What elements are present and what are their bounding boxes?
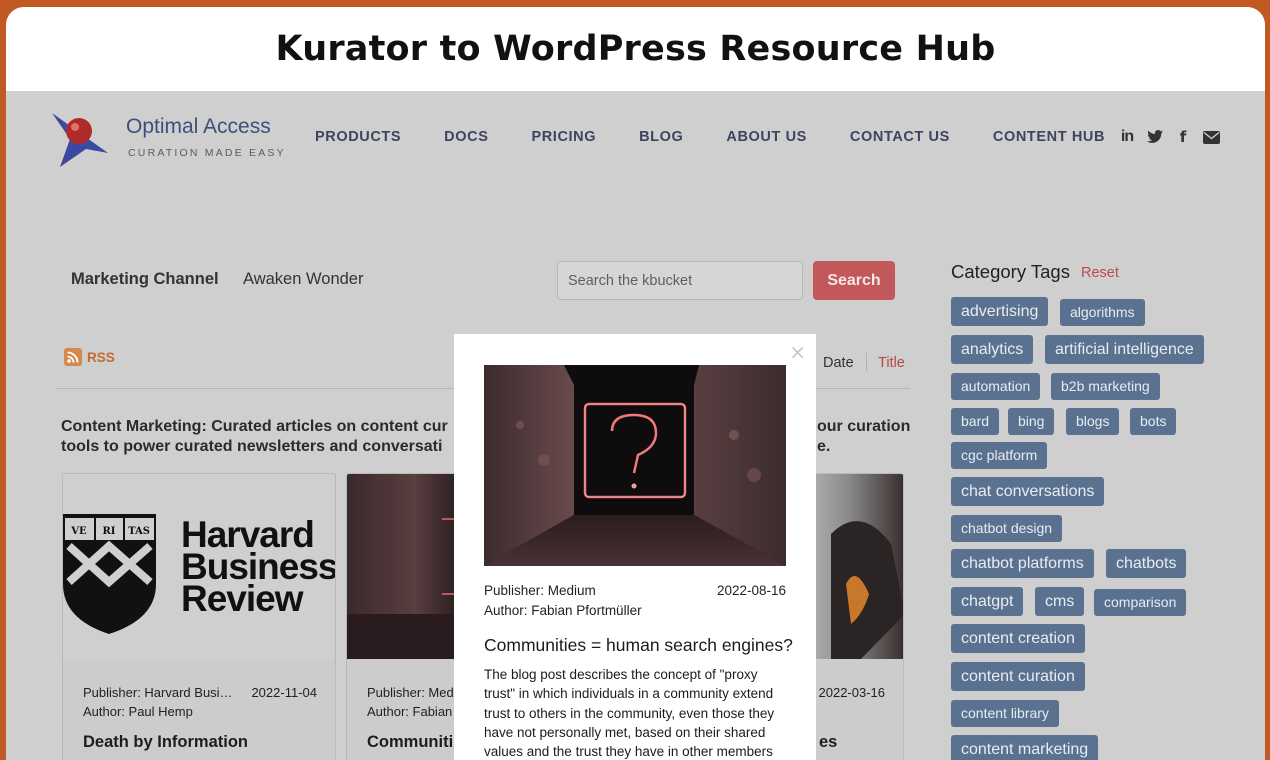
card-publisher: Publisher: Med <box>367 685 454 700</box>
nav-pricing[interactable]: PRICING <box>531 129 596 145</box>
tag-chatbots[interactable]: chatbots <box>1106 549 1187 578</box>
facebook-icon[interactable]: f <box>1174 128 1192 146</box>
nav-products[interactable]: PRODUCTS <box>315 129 401 145</box>
page: Optimal Access CURATION MADE EASY PRODUC… <box>6 91 1265 760</box>
tag-blogs[interactable]: blogs <box>1066 408 1120 435</box>
card-publisher: Publisher: Harvard Busi… <box>83 685 233 700</box>
rss-icon <box>64 348 82 366</box>
nav-blog[interactable]: BLOG <box>639 129 683 145</box>
tag-chatbot-design[interactable]: chatbot design <box>951 515 1063 542</box>
tag-content-marketing[interactable]: content marketing <box>951 735 1099 760</box>
tag-bard[interactable]: bard <box>951 408 1000 435</box>
linkedin-icon[interactable]: in <box>1118 128 1136 146</box>
nav-about-us[interactable]: ABOUT US <box>726 129 807 145</box>
tag-chat-conversations[interactable]: chat conversations <box>951 477 1105 506</box>
tag-advertising[interactable]: advertising <box>951 297 1049 326</box>
modal-close-icon[interactable]: × <box>789 340 806 364</box>
shield-word: RI <box>103 526 116 537</box>
tag-cgc-platform[interactable]: cgc platform <box>951 442 1048 469</box>
tag-chatgpt[interactable]: chatgpt <box>951 587 1024 616</box>
search-input[interactable] <box>557 261 803 300</box>
modal-image <box>484 365 786 566</box>
window-frame: Kurator to WordPress Resource Hub Optima… <box>6 7 1265 760</box>
tag-bots[interactable]: bots <box>1130 408 1177 435</box>
rss-link[interactable]: RSS <box>64 348 115 366</box>
channel-selector[interactable]: Awaken Wonder <box>243 270 363 289</box>
card-meta: Publisher: Harvard Busi… 2022-11-04 Auth… <box>83 683 317 721</box>
social-links: in f <box>1118 128 1220 146</box>
tag-content-creation[interactable]: content creation <box>951 624 1085 653</box>
modal-author: Author: Fabian Pfortmüller <box>484 602 642 618</box>
logo-tagline: CURATION MADE EASY <box>128 147 286 159</box>
card-title[interactable]: Communiti <box>367 733 453 752</box>
card-image: VE RI TAS Harvard Business Review <box>63 474 335 659</box>
main-nav: PRODUCTS DOCS PRICING BLOG ABOUT US CONT… <box>315 129 1105 145</box>
tag-bing[interactable]: bing <box>1008 408 1055 435</box>
modal-meta: Publisher: Medium 2022-08-16 Author: Fab… <box>484 581 786 620</box>
hbr-wordmark: Review <box>181 578 304 619</box>
channel-label: Marketing Channel <box>71 270 219 288</box>
card-date: 2022-03-16 <box>818 685 886 700</box>
card-title[interactable]: Death by Information <box>83 733 248 752</box>
sort-by-title[interactable]: Title <box>878 355 905 371</box>
nav-content-hub[interactable]: CONTENT HUB <box>993 129 1105 145</box>
category-tags-title: Category Tags <box>951 261 1070 282</box>
shield-word: VE <box>70 526 87 537</box>
twitter-icon[interactable] <box>1146 128 1164 146</box>
tag-b2b-marketing[interactable]: b2b marketing <box>1051 373 1160 400</box>
mail-icon[interactable] <box>1202 128 1220 146</box>
tag-content-library[interactable]: content library <box>951 700 1059 727</box>
tag-comparison[interactable]: comparison <box>1094 589 1187 616</box>
nav-docs[interactable]: DOCS <box>444 129 488 145</box>
banner: Kurator to WordPress Resource Hub <box>6 7 1265 91</box>
site-logo[interactable]: Optimal Access CURATION MADE EASY <box>50 109 290 169</box>
modal-publisher: Publisher: Medium <box>484 583 596 598</box>
tag-automation[interactable]: automation <box>951 373 1041 400</box>
tag-chatbot-platforms[interactable]: chatbot platforms <box>951 549 1094 578</box>
article-card[interactable]: VE RI TAS Harvard Business Review Publis… <box>62 473 336 760</box>
tag-artificial-intelligence[interactable]: artificial intelligence <box>1045 335 1204 364</box>
nav-contact-us[interactable]: CONTACT US <box>850 129 950 145</box>
tag-analytics[interactable]: analytics <box>951 335 1034 364</box>
card-date: 2022-11-04 <box>251 685 317 700</box>
search-button[interactable]: Search <box>813 261 895 300</box>
tag-content-curation[interactable]: content curation <box>951 662 1085 691</box>
article-preview-modal: × Publisher: Medium 2022-08-16 Author: F… <box>454 334 816 760</box>
modal-title[interactable]: Communities = human search engines? <box>484 635 793 656</box>
logo-name: Optimal Access <box>126 115 271 138</box>
tag-cms[interactable]: cms <box>1035 587 1085 616</box>
tags-reset-link[interactable]: Reset <box>1081 265 1119 281</box>
modal-date: 2022-08-16 <box>716 583 786 598</box>
sort-divider <box>866 353 867 371</box>
channel-description-tail: our curation e. <box>817 418 911 455</box>
channel-description: Content Marketing: Curated articles on c… <box>61 418 448 455</box>
tag-algorithms[interactable]: algorithms <box>1060 299 1145 326</box>
sort-by-date[interactable]: Date <box>823 355 854 371</box>
shield-word: TAS <box>128 526 150 537</box>
modal-summary: The blog post describes the concept of "… <box>484 667 775 760</box>
logo-mark-icon <box>52 113 108 167</box>
rss-label: RSS <box>87 349 115 365</box>
card-author: Author: Paul Hemp <box>83 704 193 719</box>
card-title[interactable]: es <box>819 733 837 752</box>
banner-title: Kurator to WordPress Resource Hub <box>275 29 996 69</box>
